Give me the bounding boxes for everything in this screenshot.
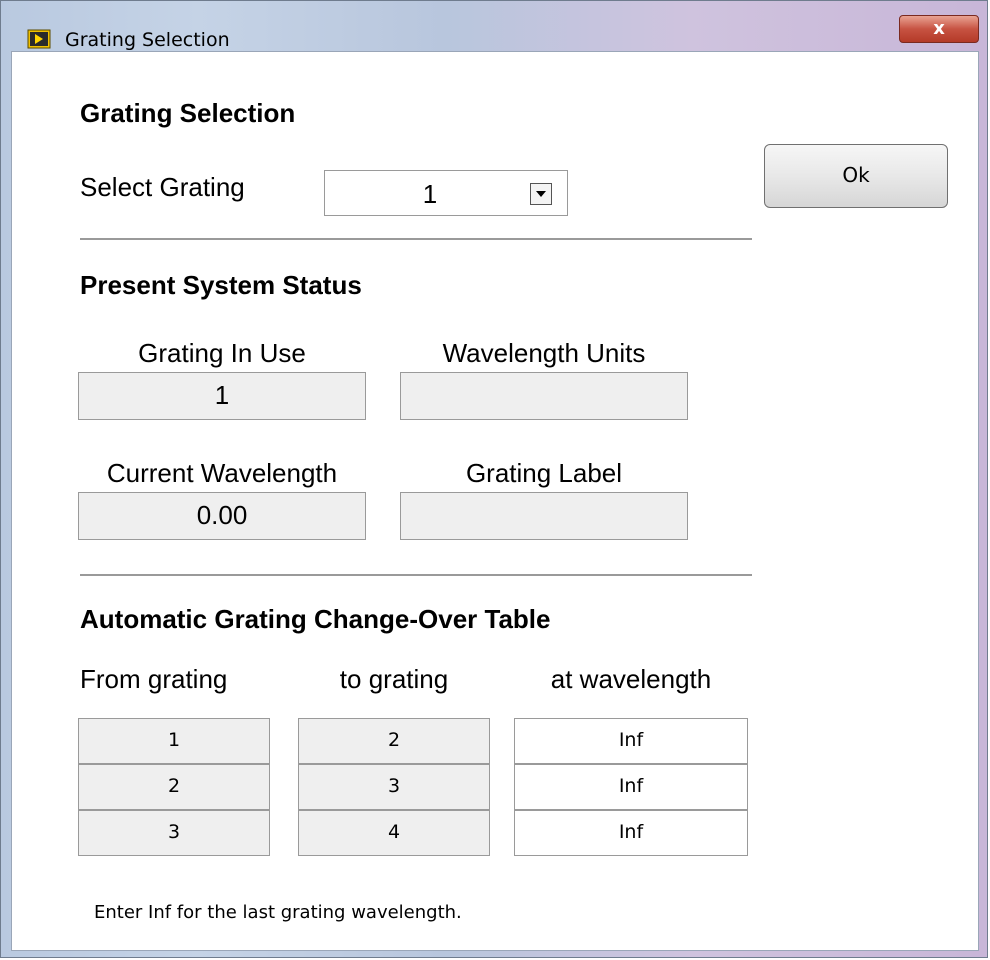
current-wavelength-label: Current Wavelength xyxy=(106,458,338,488)
ok-button[interactable]: Ok xyxy=(764,144,948,208)
to-grating-cell[interactable]: 3 xyxy=(298,764,490,810)
dialog-body: Grating Selection Select Grating 1 Ok Pr… xyxy=(11,51,979,951)
section-divider xyxy=(80,238,752,240)
select-grating-value: 1 xyxy=(422,179,438,209)
close-icon: x xyxy=(933,18,945,39)
to-grating-cell[interactable]: 4 xyxy=(298,810,490,856)
system-status-heading: Present System Status xyxy=(80,270,362,300)
column-header-at: at wavelength xyxy=(550,664,712,694)
to-grating-cell[interactable]: 2 xyxy=(298,718,490,764)
from-grating-cell[interactable]: 1 xyxy=(78,718,270,764)
grating-label-field xyxy=(400,492,688,540)
chevron-down-icon[interactable] xyxy=(530,183,552,205)
grating-label-label: Grating Label xyxy=(465,458,623,488)
footnote-text: Enter Inf for the last grating wavelengt… xyxy=(94,902,462,923)
wavelength-input[interactable]: Inf xyxy=(514,718,748,764)
wavelength-input[interactable]: Inf xyxy=(514,764,748,810)
changeover-table-heading: Automatic Grating Change-Over Table xyxy=(80,604,551,634)
current-wavelength-field: 0.00 xyxy=(78,492,366,540)
column-header-to: to grating xyxy=(339,664,449,694)
grating-selection-heading: Grating Selection xyxy=(80,98,296,128)
wavelength-units-label: Wavelength Units xyxy=(442,338,646,368)
section-divider xyxy=(80,574,752,576)
title-bar[interactable]: Grating Selection x xyxy=(1,1,987,51)
window-title: Grating Selection xyxy=(65,29,230,51)
select-grating-dropdown[interactable]: 1 xyxy=(324,170,568,216)
wavelength-input[interactable]: Inf xyxy=(514,810,748,856)
labview-app-icon xyxy=(27,29,51,49)
from-grating-cell[interactable]: 2 xyxy=(78,764,270,810)
grating-in-use-field: 1 xyxy=(78,372,366,420)
close-button[interactable]: x xyxy=(899,15,979,43)
grating-in-use-label: Grating In Use xyxy=(138,338,306,368)
dialog-window: Grating Selection x Grating Selection Se… xyxy=(0,0,988,958)
select-grating-label: Select Grating xyxy=(80,172,245,202)
column-header-from: From grating xyxy=(80,664,228,694)
from-grating-cell[interactable]: 3 xyxy=(78,810,270,856)
wavelength-units-field xyxy=(400,372,688,420)
